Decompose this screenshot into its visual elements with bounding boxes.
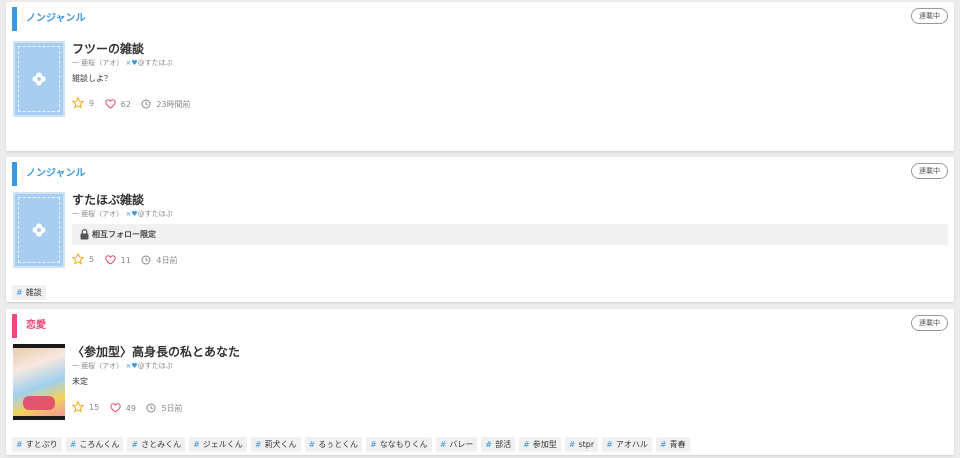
heart-badge-icon: ×♥ <box>125 210 138 218</box>
hash-icon: # <box>523 440 530 449</box>
like-count: 11 <box>120 255 131 265</box>
post-card[interactable]: ノンジャンル 連載中 フツーの雑談 一 亜桜（アオ） ×♥@すたほぷ 雑談しよ？… <box>6 2 954 151</box>
tag[interactable]: # ジェルくん <box>189 437 247 452</box>
status-badge: 連載中 <box>911 163 948 179</box>
tag-label: ななもりくん <box>379 440 428 449</box>
like-count: 62 <box>120 99 131 109</box>
heart-badge-icon: ×♥ <box>125 59 138 67</box>
tag-label: アオハル <box>615 440 648 449</box>
star-count: 15 <box>89 402 100 412</box>
updated-time: 4日前 <box>156 255 178 265</box>
post-stats: 5 11 4日前 <box>72 253 185 265</box>
clock-icon <box>141 99 151 109</box>
tag[interactable]: # 部活 <box>481 437 516 452</box>
updated-time: 23時間前 <box>156 99 191 109</box>
lock-icon <box>80 229 89 240</box>
clock-icon <box>141 255 151 265</box>
heart-icon[interactable] <box>104 255 116 265</box>
tag[interactable]: # ななもりくん <box>365 437 432 452</box>
hash-icon: # <box>568 440 576 449</box>
author-name[interactable]: 一 亜桜（アオ） <box>72 59 123 67</box>
hash-icon: # <box>16 288 23 297</box>
tag[interactable]: # 参加型 <box>519 437 561 452</box>
tag[interactable]: # ころんくん <box>65 437 124 452</box>
author-handle[interactable]: @すたほぷ <box>138 210 173 218</box>
tag[interactable]: # 青春 <box>655 437 690 452</box>
hash-icon: # <box>369 440 377 449</box>
hash-icon: # <box>69 440 77 449</box>
flower-icon <box>32 72 46 86</box>
star-count: 9 <box>89 98 95 108</box>
post-title[interactable]: フツーの雑談 <box>72 40 144 57</box>
star-icon[interactable] <box>72 97 84 109</box>
genre-label[interactable]: ノンジャンル <box>12 162 86 186</box>
tag-label: るぅとくん <box>318 440 358 449</box>
post-description: 未定 <box>72 377 88 386</box>
post-title[interactable]: すたほぷ雑談 <box>72 191 144 208</box>
tag[interactable]: # バレー <box>435 437 478 452</box>
star-icon[interactable] <box>72 253 84 265</box>
tag-label: 青春 <box>669 440 686 449</box>
star-icon[interactable] <box>72 401 84 413</box>
tag-label: 部活 <box>495 440 512 449</box>
post-card[interactable]: ノンジャンル 連載中 すたほぷ雑談 一 亜桜（アオ） ×♥@すたほぷ 相互フォロ… <box>6 157 954 302</box>
post-stats: 9 62 23時間前 <box>72 97 199 109</box>
hash-icon: # <box>659 440 667 449</box>
status-badge: 連載中 <box>911 8 948 24</box>
author-line[interactable]: 一 亜桜（アオ） ×♥@すたほぷ <box>72 361 173 371</box>
hash-icon: # <box>439 440 447 449</box>
tag[interactable]: # 莉犬くん <box>250 437 301 452</box>
tag[interactable]: # すとぷり <box>12 437 62 452</box>
author-name[interactable]: 一 亜桜（アオ） <box>72 362 123 370</box>
tag-list: # すとぷり # ころんくん # さとみくん # ジェルくん # 莉犬くん # るぅとくん # ななもりく… <box>12 432 694 452</box>
heart-badge-icon: ×♥ <box>125 362 138 370</box>
tag-label: ころんくん <box>79 440 120 449</box>
author-line[interactable]: 一 亜桜（アオ） ×♥@すたほぷ <box>72 209 173 219</box>
cover-image[interactable] <box>13 41 65 117</box>
heart-icon[interactable] <box>104 99 116 109</box>
post-stats: 15 49 5日前 <box>72 401 191 413</box>
author-handle[interactable]: @すたほぷ <box>138 59 173 67</box>
hash-icon: # <box>16 440 23 449</box>
hash-icon: # <box>131 440 139 449</box>
hash-icon: # <box>485 440 493 449</box>
tag-label: バレー <box>449 440 474 449</box>
hash-icon: # <box>308 440 316 449</box>
post-card[interactable]: 恋愛 連載中 〈参加型〉高身長の私とあなた 一 亜桜（アオ） ×♥@すたほぷ 未… <box>6 309 954 455</box>
tag-label: さとみくん <box>141 440 182 449</box>
tag[interactable]: # アオハル <box>602 437 652 452</box>
post-title[interactable]: 〈参加型〉高身長の私とあなた <box>72 343 240 360</box>
author-line[interactable]: 一 亜桜（アオ） ×♥@すたほぷ <box>72 58 173 68</box>
post-description: 雑談しよ？ <box>72 74 112 83</box>
cover-image[interactable] <box>13 344 65 420</box>
clock-icon <box>146 403 156 413</box>
hash-icon: # <box>606 440 613 449</box>
hash-icon: # <box>254 440 262 449</box>
genre-label[interactable]: ノンジャンル <box>12 7 86 31</box>
star-count: 5 <box>89 254 95 264</box>
flower-icon <box>32 223 46 237</box>
like-count: 49 <box>125 403 136 413</box>
author-handle[interactable]: @すたほぷ <box>138 362 173 370</box>
genre-label[interactable]: 恋愛 <box>12 314 46 338</box>
tag[interactable]: # stpr <box>564 437 599 452</box>
author-name[interactable]: 一 亜桜（アオ） <box>72 210 123 218</box>
tag[interactable]: # るぅとくん <box>304 437 362 452</box>
tag-label: ジェルくん <box>202 440 243 449</box>
heart-icon[interactable] <box>110 403 121 413</box>
cover-image[interactable] <box>13 192 65 268</box>
tag-label: すとぷり <box>25 440 58 449</box>
updated-time: 5日前 <box>161 403 183 413</box>
tag-label: 莉犬くん <box>264 440 297 449</box>
tag[interactable]: # さとみくん <box>127 437 186 452</box>
restricted-label: 相互フォロー限定 <box>92 230 156 239</box>
tag-label: 参加型 <box>532 440 557 449</box>
tag-list: # 雑談 <box>12 280 50 300</box>
tag-label: stpr <box>578 440 595 449</box>
status-badge: 連載中 <box>911 315 948 331</box>
tag-label: 雑談 <box>25 288 42 297</box>
restricted-notice: 相互フォロー限定 <box>72 224 948 245</box>
tag[interactable]: # 雑談 <box>12 285 46 300</box>
hash-icon: # <box>193 440 200 449</box>
